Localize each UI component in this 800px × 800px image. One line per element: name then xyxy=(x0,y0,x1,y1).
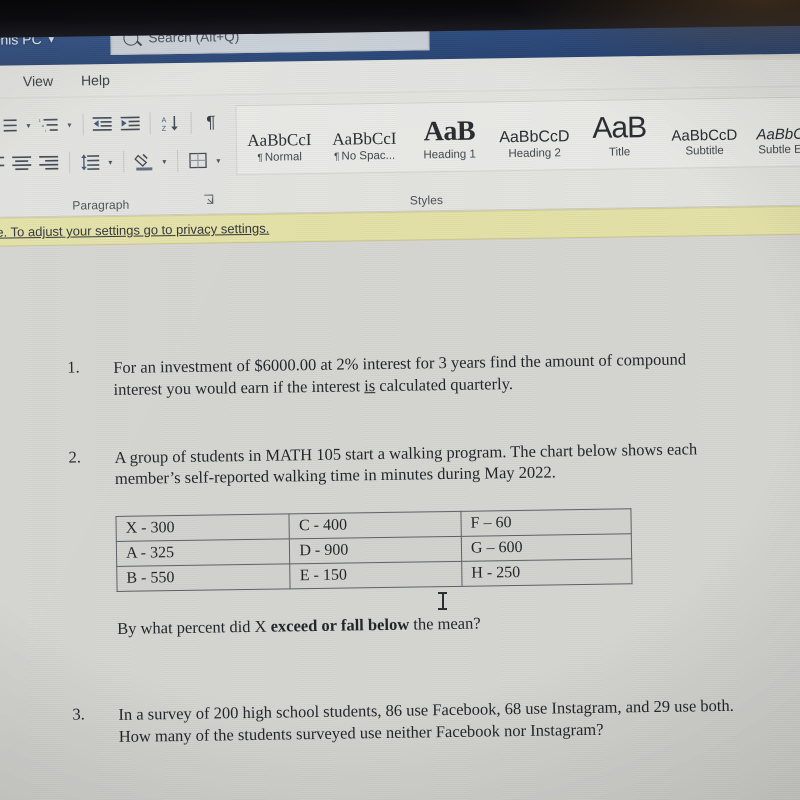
pilcrow-icon: ¶ xyxy=(334,151,340,163)
question-line-2-underlined: is xyxy=(364,375,376,396)
question-line-2a: interest you would earn if the interest xyxy=(113,376,365,399)
borders-icon[interactable] xyxy=(185,148,211,174)
table-cell: G – 600 xyxy=(461,533,632,562)
style-label: Subtitle xyxy=(685,144,724,157)
line-spacing-icon[interactable] xyxy=(77,149,103,175)
tab-help[interactable]: Help xyxy=(67,64,124,97)
walking-times-table[interactable]: X - 300 C - 400 F – 60 A - 325 D - 900 G… xyxy=(115,508,633,593)
ribbon-group-styles: AaBbCcI ¶ Normal AaBbCcI ¶ No Spac... AaB … xyxy=(223,86,800,213)
photographed-screen: his PC ▾ Search (Alt+Q) Da ew View Help … xyxy=(0,1,800,800)
paragraph-row-1: ▾ 123 ▾ 1ai ▾ xyxy=(0,103,224,145)
style-heading-2[interactable]: AaBbCcD Heading 2 xyxy=(491,101,577,170)
style-subtitle[interactable]: AaBbCcD Subtitle xyxy=(661,99,747,168)
align-right-icon[interactable] xyxy=(37,150,63,176)
style-label: ¶ No Spac... xyxy=(334,149,396,163)
style-preview: AaB xyxy=(423,115,476,147)
followup-indent xyxy=(71,618,117,640)
style-label: Heading 1 xyxy=(423,148,476,161)
document-canvas: 1. For an investment of $6000.00 at 2% i… xyxy=(0,234,800,800)
privacy-notice-text[interactable]: evice. To adjust your settings go to pri… xyxy=(0,221,269,240)
tab-view[interactable]: View xyxy=(9,65,68,98)
ribbon: ▾ 123 ▾ 1ai ▾ xyxy=(0,86,800,218)
style-preview: AaB xyxy=(592,110,647,145)
followup-bold: exceed or fall below xyxy=(270,614,410,636)
style-title[interactable]: AaB Title xyxy=(576,100,662,169)
document-page[interactable]: 1. For an investment of $6000.00 at 2% i… xyxy=(0,234,800,800)
sort-az-icon[interactable]: AZ xyxy=(158,110,184,136)
followup-post: the mean? xyxy=(409,613,481,634)
table-cell: D - 900 xyxy=(289,536,462,564)
divider xyxy=(82,113,84,136)
caret-icon[interactable]: ▾ xyxy=(212,147,224,173)
ribbon-group-paragraph: ▾ 123 ▾ 1ai ▾ xyxy=(0,95,225,217)
paragraph-group-label: Paragraph xyxy=(72,197,130,213)
caret-icon[interactable]: ▾ xyxy=(104,149,116,175)
caret-icon[interactable]: ▾ xyxy=(158,148,170,174)
screenshot-root: his PC ▾ Search (Alt+Q) Da ew View Help … xyxy=(0,0,800,800)
divider xyxy=(176,149,179,173)
table-cell: B - 550 xyxy=(116,563,291,592)
table-cell: C - 400 xyxy=(289,511,462,539)
caret-icon[interactable]: ▾ xyxy=(63,112,75,138)
increase-indent-icon[interactable] xyxy=(117,111,143,137)
style-label: Heading 2 xyxy=(508,146,561,160)
style-subtle-emphasis[interactable]: AaBbCcD Subtle Em... xyxy=(746,97,800,166)
style-preview: AaBbCcD xyxy=(756,124,800,143)
divider xyxy=(123,150,125,173)
question-line-2b: calculated quarterly. xyxy=(375,373,514,395)
style-preview: AaBbCcI xyxy=(247,129,312,150)
divider xyxy=(69,151,71,174)
decrease-indent-icon[interactable] xyxy=(90,111,116,137)
styles-group-label: Styles xyxy=(409,193,444,208)
show-formatting-marks-icon[interactable]: ¶ xyxy=(198,109,224,135)
followup-pre: By what percent did X xyxy=(116,616,271,639)
table-cell: F – 60 xyxy=(460,508,632,537)
style-normal[interactable]: AaBbCcI ¶ Normal xyxy=(236,105,322,174)
numbered-list-icon[interactable]: 123 xyxy=(0,112,21,138)
pilcrow-icon: ¶ xyxy=(257,152,263,164)
style-label: Title xyxy=(608,145,631,159)
question-number: 3. xyxy=(72,704,85,724)
svg-text:A: A xyxy=(162,117,167,124)
question-body: In a survey of 200 high school students,… xyxy=(118,694,744,747)
table-cell: H - 250 xyxy=(461,558,633,587)
table-cell: X - 300 xyxy=(115,513,290,542)
style-heading-1[interactable]: AaB Heading 1 xyxy=(406,102,492,171)
style-label: ¶ Normal xyxy=(257,150,302,164)
text-ibeam-cursor xyxy=(438,592,447,610)
table-cell: A - 325 xyxy=(116,538,291,567)
question-number: 2. xyxy=(68,446,82,467)
styles-gallery: AaBbCcI ¶ Normal AaBbCcI ¶ No Spac... AaB … xyxy=(235,96,800,176)
align-left-icon[interactable] xyxy=(0,151,8,177)
svg-text:3: 3 xyxy=(0,129,1,134)
svg-text:Z: Z xyxy=(162,125,167,132)
shading-icon[interactable] xyxy=(131,148,157,174)
multilevel-list-icon[interactable]: 1ai xyxy=(36,112,62,138)
paragraph-dialog-launcher[interactable] xyxy=(204,194,215,208)
style-preview: AaBbCcI xyxy=(332,128,397,149)
style-no-spacing[interactable]: AaBbCcI ¶ No Spac... xyxy=(321,104,407,173)
question-body: For an investment of $6000.00 at 2% inte… xyxy=(113,348,739,401)
style-preview: AaBbCcD xyxy=(499,127,570,146)
svg-text:i: i xyxy=(45,128,46,133)
table-cell: E - 150 xyxy=(290,561,463,589)
caret-icon[interactable]: ▾ xyxy=(22,112,34,138)
divider xyxy=(149,112,152,135)
question-line-2: member’s self-reported walking time in m… xyxy=(114,462,556,489)
question-body: A group of students in MATH 105 start a … xyxy=(114,437,740,490)
style-label: Subtle Em... xyxy=(758,142,800,156)
question-line-1: For an investment of $6000.00 at 2% inte… xyxy=(113,349,687,377)
question-number: 1. xyxy=(67,357,80,377)
divider xyxy=(190,111,192,134)
style-preview: AaBbCcD xyxy=(671,126,738,145)
paragraph-row-2: ▾ ▾ ▾ xyxy=(0,141,224,183)
align-center-icon[interactable] xyxy=(9,150,35,176)
